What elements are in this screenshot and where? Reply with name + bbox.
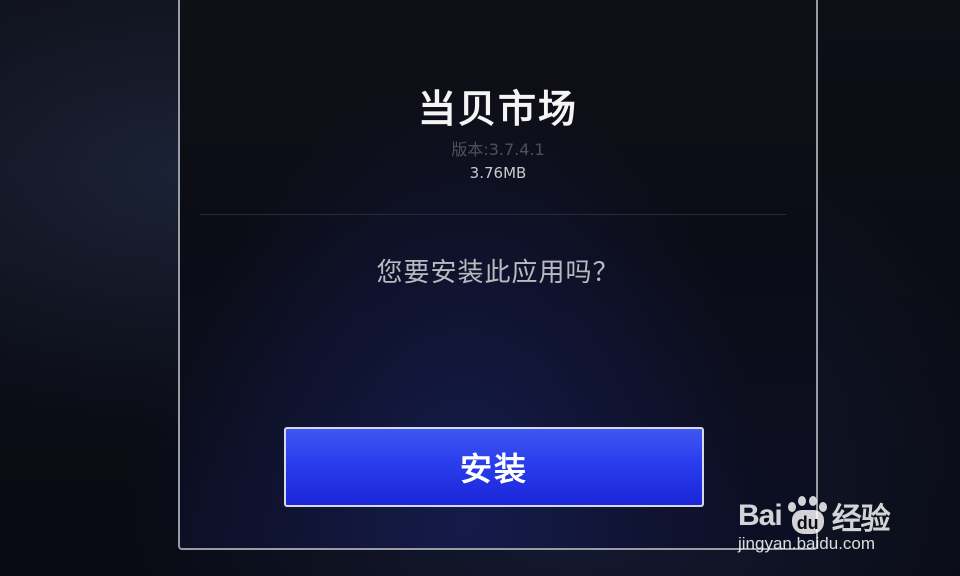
divider <box>200 214 786 215</box>
logo-du: du <box>791 510 824 534</box>
install-dialog: 当贝市场 版本:3.7.4.1 3.76MB 您要安装此应用吗？ 安装 <box>178 0 818 550</box>
install-button[interactable]: 安装 <box>284 427 704 507</box>
paw-icon: du <box>784 496 830 536</box>
baidu-jingyan-watermark: Bai du 经验 jingyan.baidu.com <box>738 474 948 564</box>
app-name: 当贝市场 <box>417 87 578 131</box>
watermark-url: jingyan.baidu.com <box>738 534 876 553</box>
tv-screen: 当贝市场 版本:3.7.4.1 3.76MB 您要安装此应用吗？ 安装 Bai … <box>0 0 960 576</box>
app-size: 3.76MB <box>469 164 527 182</box>
logo-prefix: Bai <box>738 499 783 532</box>
app-version: 版本:3.7.4.1 <box>451 140 545 159</box>
baidu-logo: Bai du 经验 <box>738 496 891 536</box>
install-question: 您要安装此应用吗？ <box>376 258 620 288</box>
logo-suffix: 经验 <box>831 503 891 536</box>
